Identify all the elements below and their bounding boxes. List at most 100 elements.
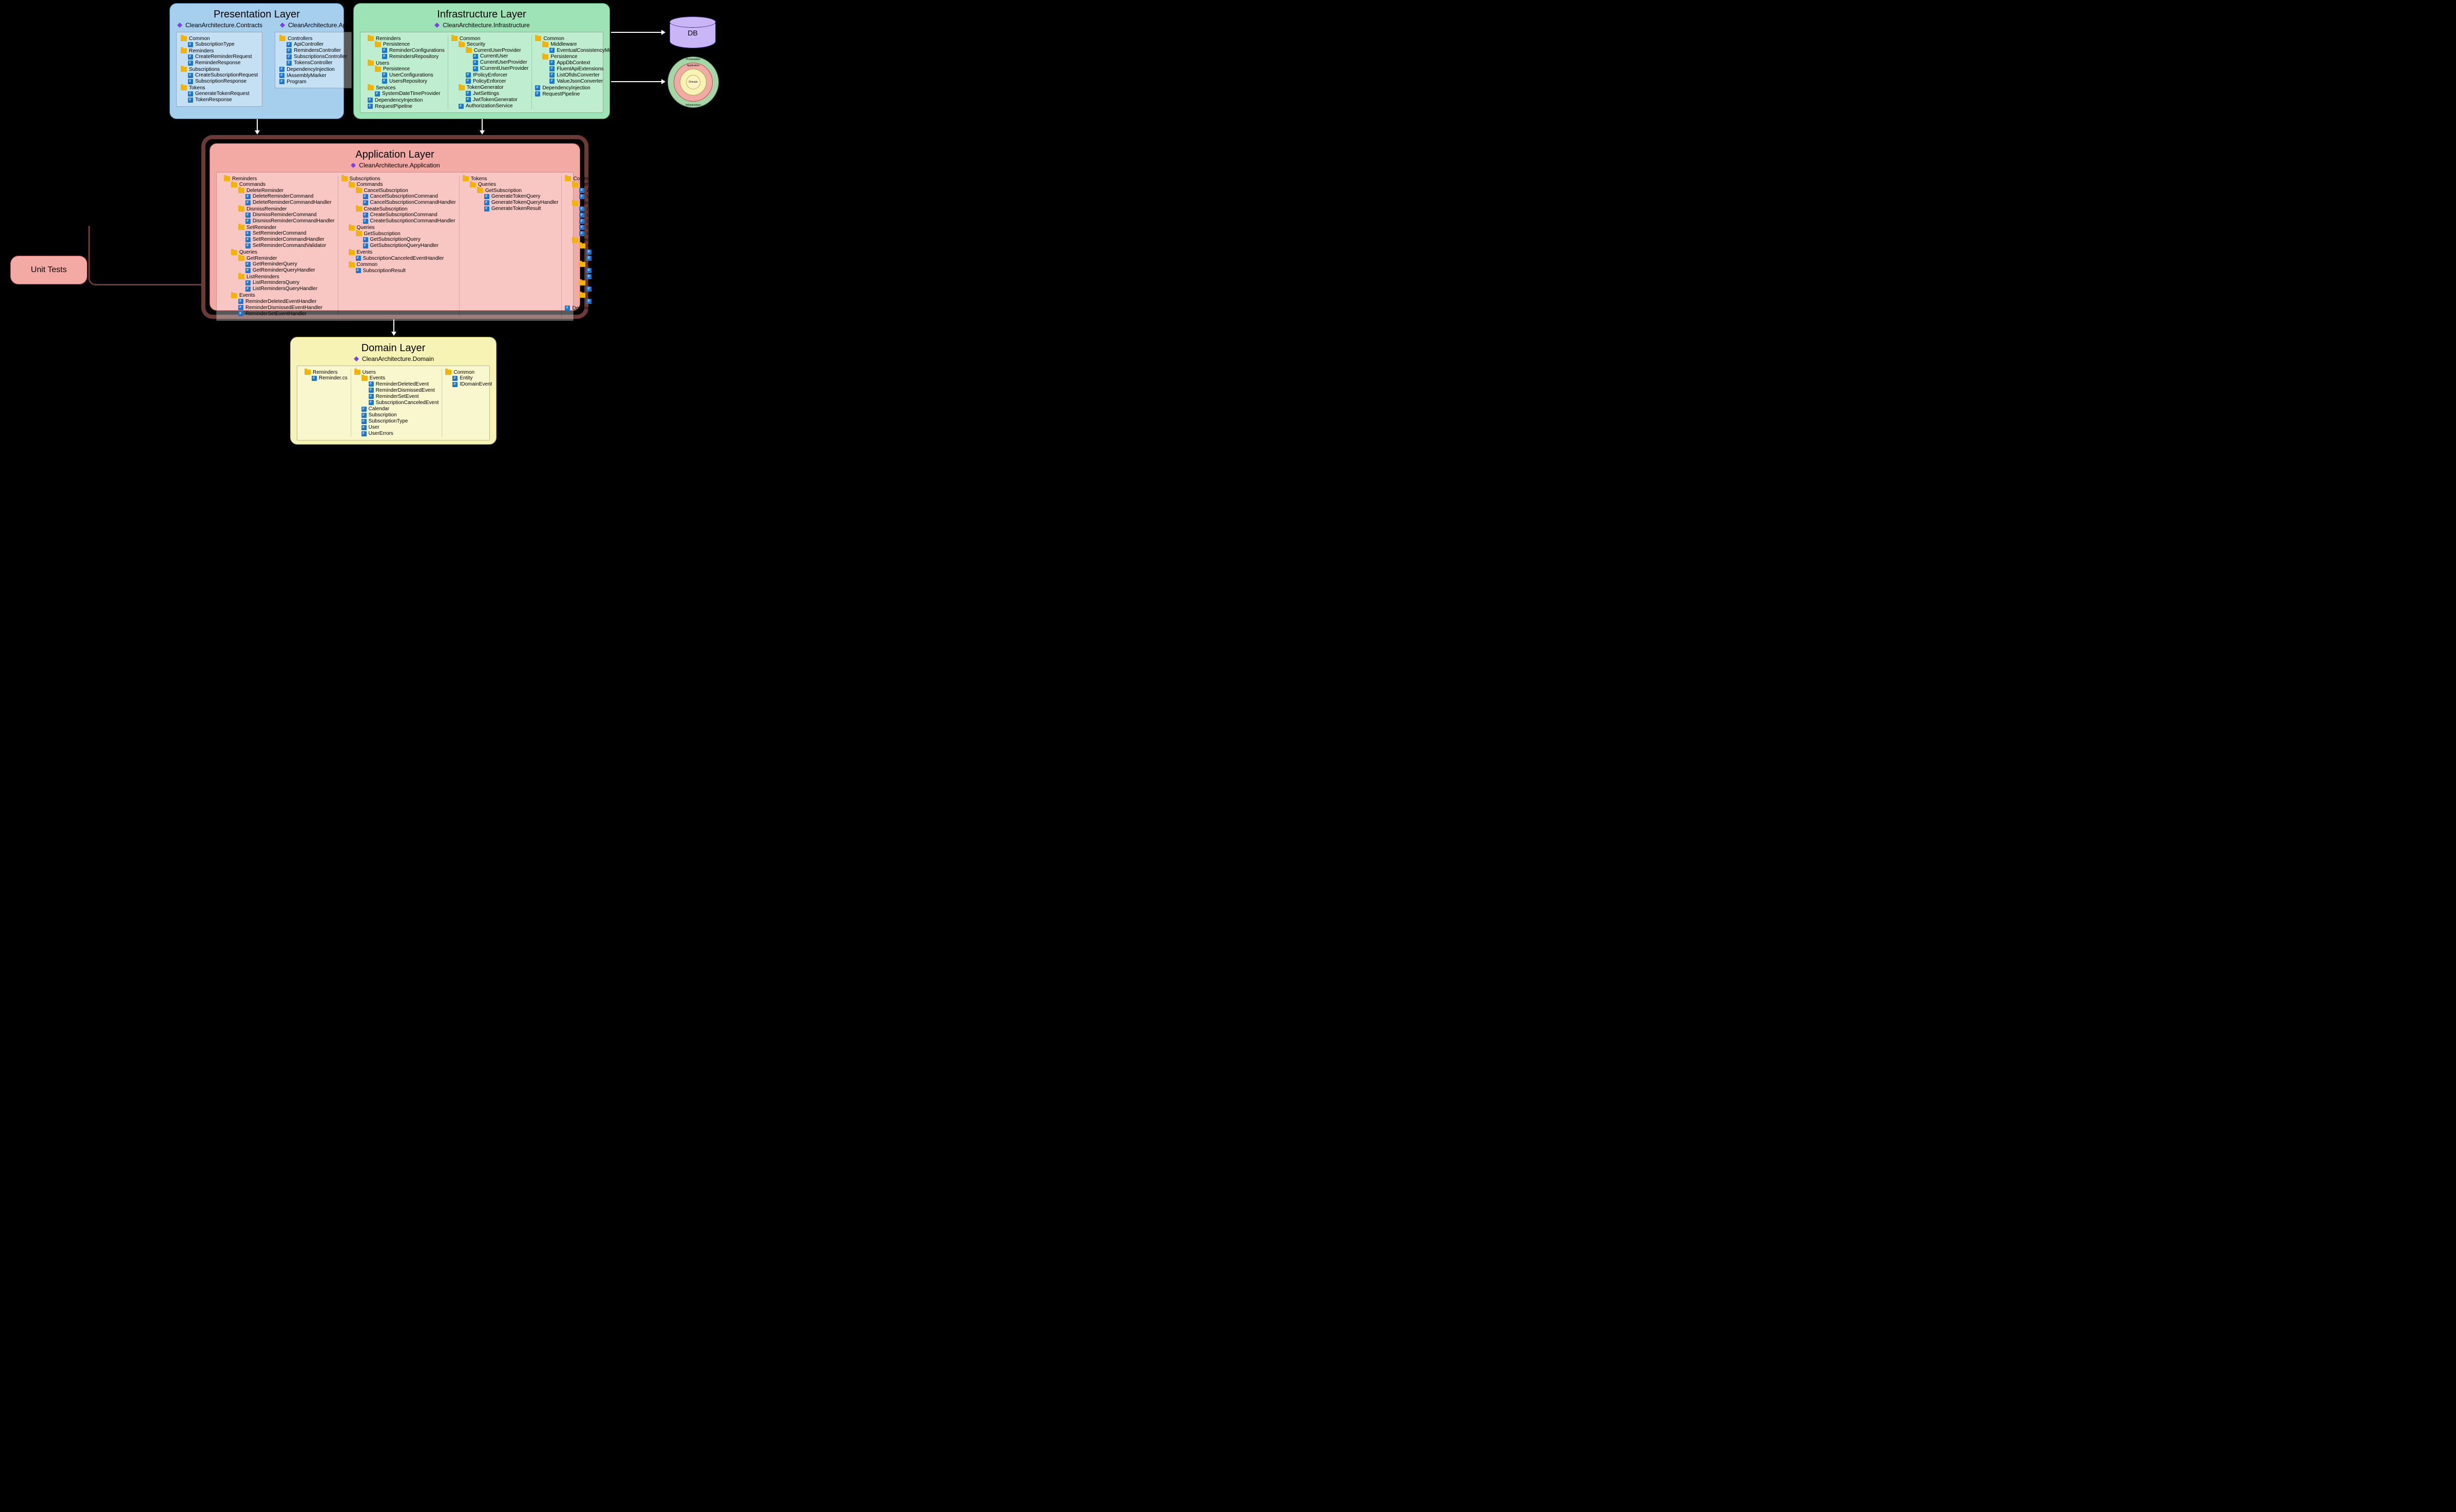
tree-label: EventualConsistencyMiddleware [557,48,631,53]
infra-col: CommonSecurity CurrentUserProviderCurrent… [448,35,532,109]
file-node: GetSubscriptionQueryHandler [363,243,456,248]
domain-layer: Domain Layer CleanArchitecture.Domain Re… [290,337,497,445]
file-node: Subscription [361,412,439,418]
folder-node: Common [565,176,649,182]
tree-label: ValidationBehavior [586,194,629,200]
csharp-file-icon [473,54,478,59]
folder-icon [356,231,362,236]
tree-label: SetReminderCommandValidator [253,243,326,248]
csharp-file-icon [361,419,367,424]
tree-label: CreateSubscription [364,206,408,212]
csharp-file-icon [484,206,489,212]
csharp-file-icon [535,85,540,90]
folder-node: Reminders [224,176,335,182]
file-node: RemindersController [287,48,347,53]
folder-icon [304,370,311,375]
tree-label: AuthorizeAttribute [594,249,635,255]
csharp-file-icon [363,219,368,224]
folder-node: SetReminder [238,225,335,231]
vs-icon [176,22,183,29]
csharp-file-icon [287,61,292,66]
tree-label: SubscriptionCanceledEvent [376,400,439,406]
tree-label: ListRemindersQuery [253,280,299,285]
tree-label: Program [287,79,306,85]
csharp-file-icon [473,66,478,71]
tree-label: AuthorizationService [466,103,513,109]
tree-label: Common [543,36,564,42]
file-node: ReminderDeletedEvent [369,381,439,387]
folder-node: Security [459,42,528,47]
tree-label: SubscriptionResponse [195,79,246,84]
vs-icon [353,355,360,362]
csharp-file-icon [363,200,368,205]
infra-col: CommonMiddlewareEventualConsistencyMiddl… [532,35,634,109]
file-node: AuthorizationBehavior [579,188,649,194]
file-node: CreateSubscriptionRequest [188,72,258,78]
file-node: GetSubscriptionQuery [363,237,456,242]
file-node: GetReminderQueryHandler [245,267,335,273]
folder-icon [356,206,362,212]
folder-node: Subscriptions [181,67,258,72]
tree-label: GenerateTokenQuery [491,194,541,199]
tree-label: Role [594,298,604,304]
tree-label: CreateSubscriptionCommandHandler [370,218,455,224]
tree-label: DismissReminderCommand [253,212,316,218]
csharp-file-icon [549,79,555,84]
tree-label: SubscriptionCanceledEventHandler [363,256,444,261]
tree-label: DeleteReminderCommandHandler [253,200,331,205]
csharp-file-icon [245,194,251,199]
folder-icon [375,42,381,47]
tree-label: Events [239,293,255,298]
file-node: CreateSubscriptionCommandHandler [363,218,456,224]
tree-label: Tokens [471,176,487,182]
file-node: TokensController [287,60,347,66]
tree-label: Persistence [383,66,410,72]
file-node: ListOfIdsConverter [549,72,631,78]
vs-icon [279,22,286,29]
tree-label: CurrentUserProvider [480,60,527,65]
csharp-file-icon [579,188,584,193]
csharp-file-icon [375,91,380,97]
folder-icon [356,188,362,193]
csharp-file-icon [369,388,374,393]
csharp-file-icon [369,400,374,405]
tree-label: Commands [357,182,383,187]
tree-label: Common [460,36,481,42]
project-api: CleanArchitecture.Api [269,22,357,32]
tree-label: IRemindersRepository [586,225,637,231]
folder-icon [181,48,187,53]
tree-label: UserErrors [369,431,393,436]
csharp-file-icon [245,219,251,224]
folder-icon [231,182,237,187]
tree-label: Behaviors [580,182,603,187]
contracts-tree-panel: CommonSubscriptionTypeRemindersCreateRem… [176,32,262,107]
file-node: ReminderDeletedEventHandler [238,299,335,304]
csharp-file-icon [452,376,458,381]
folder-node: GetReminder [238,256,335,261]
csharp-file-icon [312,376,317,381]
folder-icon [238,274,244,279]
tree-label: GenerateTokenQueryHandler [491,200,559,205]
file-node: SubscriptionCanceledEvent [369,400,439,406]
folder-icon [565,176,571,181]
tree-label: GetSubscriptionQueryHandler [370,243,439,248]
csharp-file-icon [459,104,464,109]
app-col: RemindersCommandsDeleteReminderDeleteRem… [221,176,338,317]
tree-label: GetReminder [246,256,277,261]
folder-node: Request [579,243,649,249]
tree-label: GetReminderQueryHandler [253,267,315,273]
tree-label: Common [189,36,210,42]
csharp-file-icon [279,79,284,84]
tree-label: CurrentUser [480,53,508,59]
tree-label: Persistence [550,54,577,60]
csharp-file-icon [279,73,284,78]
tree-label: Permission.Reminder [594,267,643,273]
file-node: GenerateTokenRequest [188,91,258,97]
tree-label: GetSubscription [485,188,522,194]
tree-label: Events [370,375,386,381]
infra-panel: RemindersPersistenceReminderConfiguratio… [360,32,603,113]
csharp-file-icon [245,237,251,242]
tree-label: ReminderDismissedEventHandler [245,305,322,311]
csharp-file-icon [287,42,292,47]
folder-icon [238,256,244,261]
